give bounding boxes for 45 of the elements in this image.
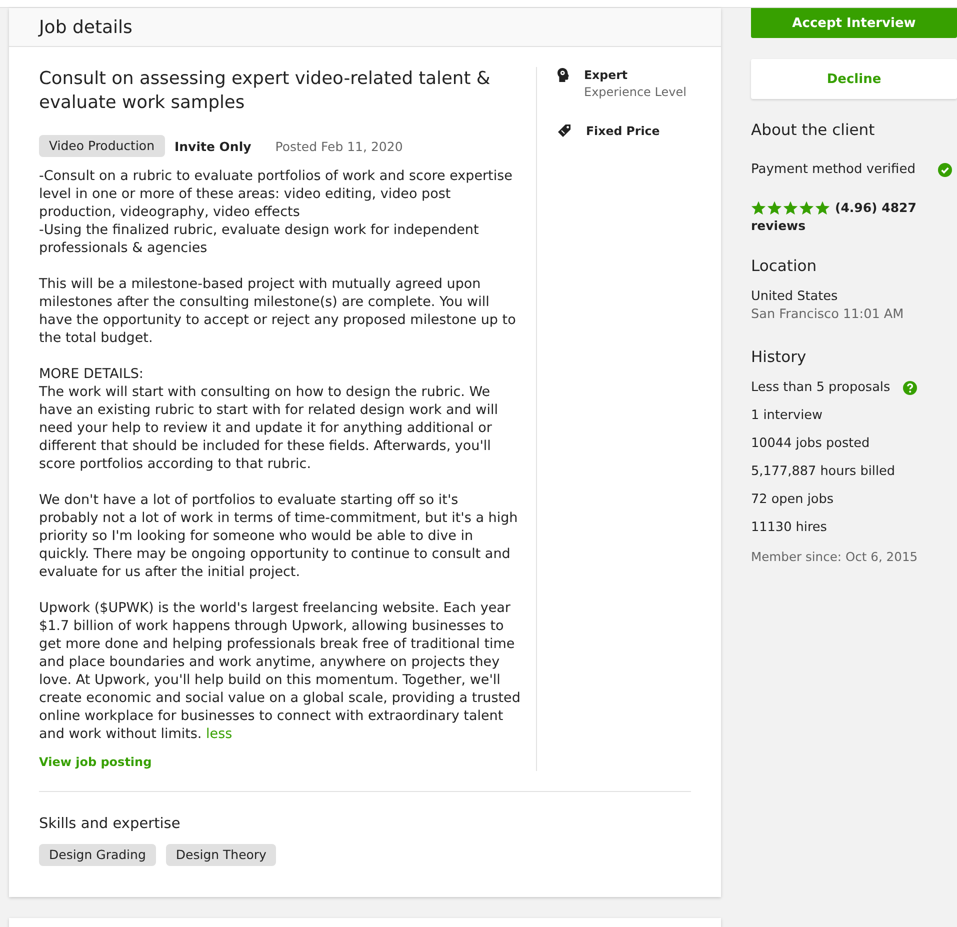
head-icon: [557, 68, 569, 82]
less-link[interactable]: less: [206, 726, 232, 742]
skill-tag[interactable]: Design Theory: [166, 844, 276, 866]
feature-title: Fixed Price: [586, 123, 660, 139]
posted-date: Posted Feb 11, 2020: [275, 138, 403, 154]
payment-status: Payment method verified: [751, 161, 916, 179]
description-text: -Consult on a rubric to evaluate portfolios of work and score expertise level in one or more of these areas: video editing, video post production, videography, video effects: [39, 167, 514, 221]
job-title: Consult on assessing expert video-related talent & evaluate work samples: [39, 67, 492, 115]
history-item: 10044 jobs posted: [751, 435, 870, 453]
location-city-time: San Francisco 11:01 AM: [751, 306, 905, 324]
history-item: 72 open jobs: [751, 491, 834, 509]
description-text: We don't have a lot of portfolios to evaluate starting off so it's probably not a lot of work in terms of time-commitment, but it's a high priority so I'm looking for someone who would be able to dive in quickly. There may be ongoing opportunity to continue to consult and evaluate for us after the initial project.: [39, 491, 519, 581]
description-text: MORE DETAILS:: [39, 365, 144, 383]
history-item: 11130 hires: [751, 519, 827, 537]
view-job-posting-link[interactable]: View job posting: [39, 753, 152, 771]
skill-tag[interactable]: Design Grading: [39, 844, 156, 866]
decline-button[interactable]: Decline: [751, 59, 957, 99]
skills-heading: Skills and expertise: [39, 815, 182, 834]
help-icon[interactable]: [903, 381, 918, 395]
rating-text: (4.96) 4827: [835, 199, 916, 217]
feature-title: Expert: [584, 67, 629, 83]
member-since: Member since: Oct 6, 2015: [751, 549, 919, 566]
feature-subtitle: Experience Level: [584, 84, 686, 101]
description-text: -Using the finalized rubric, evaluate design work for independent professionals & agencies: [39, 221, 480, 257]
description-text: Upwork ($UPWK) is the world's largest freelancing website. Each year $1.7 billion of work happens through Upwork, allowing businesses to get more done and helping professionals break free of traditional time and place boundaries and work anytime, anywhere on projects they love. At Upwork, you'll help build on this momentum. Together, we'll create economic and social value on a global scale, providing a trusted online workplace for businesses to connect with extraordinary talent and work without limits. less: [39, 599, 521, 743]
accept-interview-button[interactable]: Accept Interview: [751, 8, 957, 38]
description-text: This will be a milestone-based project with mutually agreed upon milestones after the consulting milestone(s) are complete. You will have the opportunity to accept or reject any proposed milestone up to the total budget.: [39, 275, 517, 347]
section-heading: Location: [751, 256, 818, 276]
history-item: 1 interview: [751, 407, 822, 425]
star-icon: [751, 201, 766, 215]
star-icon: [783, 201, 798, 215]
location-country: United States: [751, 288, 839, 306]
section-heading: History: [751, 347, 808, 367]
category-tag: Video Production: [39, 135, 164, 157]
history-item: 5,177,887 hours billed: [751, 463, 896, 481]
rating-text: reviews: [751, 217, 807, 235]
price-tag-icon: [557, 124, 571, 138]
description-text: The work will start with consulting on how to design the rubric. We have an existing rubric to start with for related design work and will need your help to review it and update it for anything additional or different that should be included for these fields. Afterwards, you'll score portfolios according to that rubric.: [39, 383, 499, 473]
star-icon: [767, 201, 782, 215]
section-heading: About the client: [751, 120, 876, 140]
history-item: Less than 5 proposals: [751, 379, 890, 397]
star-icon: [815, 201, 830, 215]
card-heading: Job details: [39, 16, 132, 38]
star-icon: [799, 201, 814, 215]
visibility-label: Invite Only: [174, 138, 252, 154]
